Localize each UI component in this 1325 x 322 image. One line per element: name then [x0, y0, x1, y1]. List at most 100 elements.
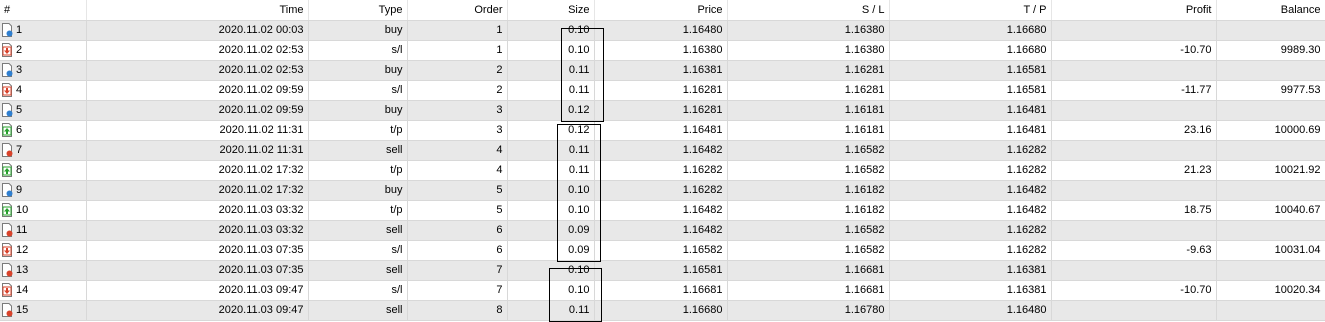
stop-loss-icon — [2, 43, 12, 57]
type-cell: s/l — [308, 240, 408, 261]
stop-loss-cell: 1.16182 — [727, 180, 890, 201]
order-cell: 7 — [407, 280, 508, 301]
column-header-profit[interactable]: Profit — [1051, 0, 1217, 21]
time-cell: 2020.11.02 11:31 — [86, 120, 309, 141]
column-header-price[interactable]: Price — [594, 0, 728, 21]
column-header-size[interactable]: Size — [507, 0, 595, 21]
take-profit-cell: 1.16282 — [889, 240, 1052, 261]
row-number: 11 — [16, 224, 28, 236]
take-profit-cell: 1.16381 — [889, 280, 1052, 301]
table-row[interactable]: 14 2020.11.03 09:47 s/l 7 0.10 1.16681 1.16681… — [0, 280, 1325, 301]
sell-order-icon — [2, 223, 13, 237]
take-profit-cell: 1.16581 — [889, 60, 1052, 81]
row-number-cell: 10 — [0, 200, 87, 221]
type-cell: s/l — [308, 80, 408, 101]
table-row[interactable]: 13 2020.11.03 07:35 sell 7 0.10 1.16581 1.1668… — [0, 260, 1325, 281]
row-number-cell: 6 — [0, 120, 87, 141]
type-cell: t/p — [308, 160, 408, 181]
row-number-cell: 13 — [0, 260, 87, 281]
time-cell: 2020.11.02 11:31 — [86, 140, 309, 161]
row-number: 1 — [16, 24, 23, 36]
row-number: 2 — [16, 44, 23, 56]
take-profit-cell: 1.16482 — [889, 180, 1052, 201]
profit-cell: 23.16 — [1051, 120, 1217, 141]
profit-cell — [1051, 260, 1217, 281]
time-cell: 2020.11.03 09:47 — [86, 300, 309, 321]
sell-order-icon — [2, 143, 13, 157]
size-cell: 0.10 — [507, 280, 595, 301]
price-cell: 1.16482 — [594, 220, 728, 241]
table-row[interactable]: 12 2020.11.03 07:35 s/l 6 0.09 1.16582 1.16582… — [0, 240, 1325, 261]
table-row[interactable]: 8 2020.11.02 17:32 t/p 4 0.11 1.16282 1.16582 1… — [0, 160, 1325, 181]
price-cell: 1.16482 — [594, 200, 728, 221]
take-profit-icon — [2, 203, 12, 217]
stop-loss-cell: 1.16281 — [727, 80, 890, 101]
table-row[interactable]: 1 2020.11.02 00:03 buy 1 0.10 1.16480 1.16380 1… — [0, 20, 1325, 41]
table-row[interactable]: 7 2020.11.02 11:31 sell 4 0.11 1.16482 1.16582… — [0, 140, 1325, 161]
take-profit-cell: 1.16481 — [889, 120, 1052, 141]
table-row[interactable]: 9 2020.11.02 17:32 buy 5 0.10 1.16282 1.16182 1… — [0, 180, 1325, 201]
table-row[interactable]: 6 2020.11.02 11:31 t/p 3 0.12 1.16481 1.16181 1… — [0, 120, 1325, 141]
row-number: 7 — [16, 144, 23, 156]
time-cell: 2020.11.03 03:32 — [86, 200, 309, 221]
profit-cell — [1051, 60, 1217, 81]
size-cell: 0.10 — [507, 180, 595, 201]
take-profit-cell: 1.16481 — [889, 100, 1052, 121]
table-row[interactable]: 10 2020.11.03 03:32 t/p 5 0.10 1.16482 1.16182… — [0, 200, 1325, 221]
row-number-cell: 12 — [0, 240, 87, 261]
table-row[interactable]: 5 2020.11.02 09:59 buy 3 0.12 1.16281 1.16181 1… — [0, 100, 1325, 121]
price-cell: 1.16380 — [594, 40, 728, 61]
stop-loss-cell: 1.16181 — [727, 100, 890, 121]
order-cell: 5 — [407, 200, 508, 221]
take-profit-cell: 1.16381 — [889, 260, 1052, 281]
balance-cell: 9977.53 — [1216, 80, 1325, 101]
profit-cell — [1051, 20, 1217, 41]
trade-history-table: # Time Type Order Size Price S / L T / P… — [0, 0, 1325, 321]
row-number: 8 — [16, 164, 23, 176]
table-row[interactable]: 3 2020.11.02 02:53 buy 2 0.11 1.16381 1.16281 1… — [0, 60, 1325, 81]
row-number: 9 — [16, 184, 23, 196]
profit-cell: -11.77 — [1051, 80, 1217, 101]
order-cell: 8 — [407, 300, 508, 321]
price-cell: 1.16481 — [594, 120, 728, 141]
time-cell: 2020.11.02 17:32 — [86, 180, 309, 201]
row-number-cell: 1 — [0, 20, 87, 41]
type-cell: s/l — [308, 280, 408, 301]
table-row[interactable]: 15 2020.11.03 09:47 sell 8 0.11 1.16680 1.1678… — [0, 300, 1325, 321]
type-cell: s/l — [308, 40, 408, 61]
column-header-take-profit[interactable]: T / P — [889, 0, 1052, 21]
price-cell: 1.16582 — [594, 240, 728, 261]
column-header-balance[interactable]: Balance — [1216, 0, 1325, 21]
take-profit-cell: 1.16282 — [889, 220, 1052, 241]
table-row[interactable]: 2 2020.11.02 02:53 s/l 1 0.10 1.16380 1.16380 1… — [0, 40, 1325, 61]
balance-cell — [1216, 220, 1325, 241]
stop-loss-cell: 1.16380 — [727, 20, 890, 41]
time-cell: 2020.11.03 07:35 — [86, 260, 309, 281]
column-header-time[interactable]: Time — [86, 0, 309, 21]
order-cell: 6 — [407, 240, 508, 261]
buy-order-icon — [2, 63, 13, 77]
column-header-type[interactable]: Type — [308, 0, 408, 21]
profit-cell: -9.63 — [1051, 240, 1217, 261]
order-cell: 6 — [407, 220, 508, 241]
price-cell: 1.16282 — [594, 160, 728, 181]
buy-order-icon — [2, 183, 13, 197]
column-header-stop-loss[interactable]: S / L — [727, 0, 890, 21]
column-header-order[interactable]: Order — [407, 0, 508, 21]
size-cell: 0.10 — [507, 20, 595, 41]
stop-loss-cell: 1.16182 — [727, 200, 890, 221]
row-number-cell: 8 — [0, 160, 87, 181]
balance-cell — [1216, 60, 1325, 81]
column-header-number[interactable]: # — [0, 0, 87, 21]
type-cell: sell — [308, 260, 408, 281]
row-number: 13 — [16, 264, 29, 276]
balance-cell — [1216, 20, 1325, 41]
stop-loss-cell: 1.16582 — [727, 220, 890, 241]
row-number-cell: 7 — [0, 140, 87, 161]
table-row[interactable]: 11 2020.11.03 03:32 sell 6 0.09 1.16482 1.1658… — [0, 220, 1325, 241]
price-cell: 1.16480 — [594, 20, 728, 41]
table-row[interactable]: 4 2020.11.02 09:59 s/l 2 0.11 1.16281 1.16281 1… — [0, 80, 1325, 101]
row-number: 14 — [16, 284, 29, 296]
time-cell: 2020.11.02 02:53 — [86, 40, 309, 61]
profit-cell: -10.70 — [1051, 40, 1217, 61]
